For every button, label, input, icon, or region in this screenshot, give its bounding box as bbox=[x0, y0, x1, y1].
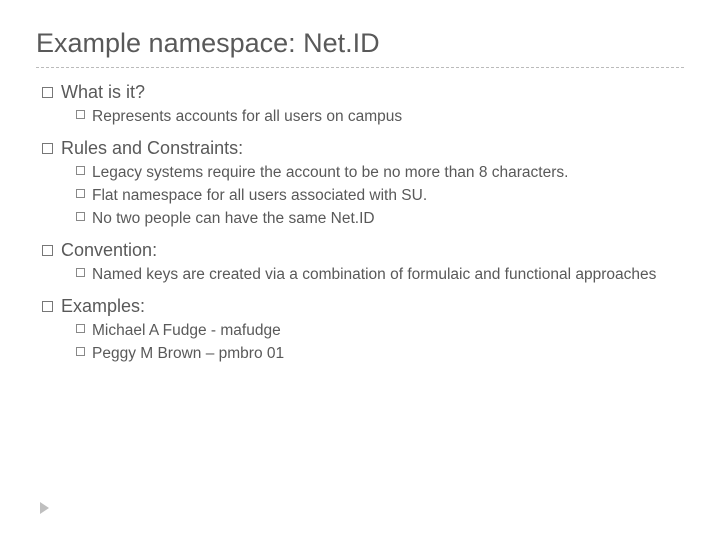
checkbox-icon bbox=[76, 166, 85, 175]
section-heading: What is it? bbox=[42, 82, 684, 103]
section-rules: Rules and Constraints: Legacy systems re… bbox=[42, 138, 684, 230]
list-item: No two people can have the same Net.ID bbox=[76, 209, 684, 230]
list-item-text: Named keys are created via a combination… bbox=[92, 265, 656, 286]
section-heading: Examples: bbox=[42, 296, 684, 317]
list-item-text: Flat namespace for all users associated … bbox=[92, 186, 427, 207]
checkbox-icon bbox=[42, 301, 53, 312]
section-examples: Examples: Michael A Fudge - mafudge Pegg… bbox=[42, 296, 684, 365]
section-heading-text: Examples: bbox=[61, 296, 145, 317]
checkbox-icon bbox=[76, 347, 85, 356]
checkbox-icon bbox=[42, 245, 53, 256]
checkbox-icon bbox=[42, 87, 53, 98]
section-heading: Rules and Constraints: bbox=[42, 138, 684, 159]
section-heading: Convention: bbox=[42, 240, 684, 261]
list-item-text: Legacy systems require the account to be… bbox=[92, 163, 568, 184]
checkbox-icon bbox=[42, 143, 53, 154]
list-item-text: No two people can have the same Net.ID bbox=[92, 209, 375, 230]
checkbox-icon bbox=[76, 324, 85, 333]
list-item-text: Michael A Fudge - mafudge bbox=[92, 321, 281, 342]
checkbox-icon bbox=[76, 110, 85, 119]
section-what: What is it? Represents accounts for all … bbox=[42, 82, 684, 128]
section-heading-text: Rules and Constraints: bbox=[61, 138, 243, 159]
list-item-text: Peggy M Brown – pmbro 01 bbox=[92, 344, 284, 365]
list-item: Represents accounts for all users on cam… bbox=[76, 107, 684, 128]
section-heading-text: What is it? bbox=[61, 82, 145, 103]
list-item: Flat namespace for all users associated … bbox=[76, 186, 684, 207]
checkbox-icon bbox=[76, 268, 85, 277]
list-item: Named keys are created via a combination… bbox=[76, 265, 684, 286]
list-item: Peggy M Brown – pmbro 01 bbox=[76, 344, 684, 365]
section-convention: Convention: Named keys are created via a… bbox=[42, 240, 684, 286]
list-item: Michael A Fudge - mafudge bbox=[76, 321, 684, 342]
checkbox-icon bbox=[76, 189, 85, 198]
slide-title: Example namespace: Net.ID bbox=[36, 28, 684, 59]
list-item-text: Represents accounts for all users on cam… bbox=[92, 107, 402, 128]
title-divider bbox=[36, 67, 684, 68]
section-heading-text: Convention: bbox=[61, 240, 157, 261]
checkbox-icon bbox=[76, 212, 85, 221]
list-item: Legacy systems require the account to be… bbox=[76, 163, 684, 184]
arrow-right-icon bbox=[40, 502, 49, 514]
